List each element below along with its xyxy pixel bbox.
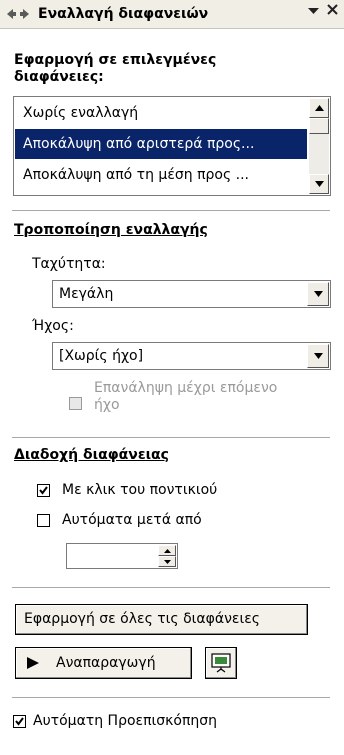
sound-dropdown-button[interactable] (307, 344, 329, 368)
sound-label: Ήχος: (32, 318, 74, 334)
auto-advance-time-spinner[interactable] (66, 543, 178, 569)
play-button[interactable]: Αναπαραγωγή (15, 647, 192, 679)
slide-show-button[interactable] (205, 647, 237, 679)
listbox-scrollbar[interactable] (309, 98, 329, 194)
chevron-down-icon (313, 353, 323, 359)
loop-sound-checkbox[interactable] (69, 397, 82, 410)
pane-titlebar: Εναλλαγή διαφανειών (0, 0, 344, 29)
scroll-thumb[interactable] (309, 118, 329, 134)
forward-arrow-icon[interactable] (18, 4, 32, 24)
triangle-down-icon (314, 181, 324, 187)
loop-sound-label-line2: ήχο (94, 397, 120, 413)
modify-heading: Τροποποίηση εναλλαγής (14, 222, 208, 238)
spin-down-button[interactable] (158, 556, 176, 567)
triangle-up-icon (314, 105, 324, 111)
chevron-down-icon (313, 291, 323, 297)
list-item[interactable]: Χωρίς εναλλαγή (15, 98, 307, 128)
section-divider (12, 437, 330, 438)
advance-heading: Διαδοχή διαφάνειας (14, 447, 169, 463)
triangle-up-icon (163, 548, 171, 553)
triangle-down-icon (163, 559, 171, 564)
autopreview-label: Αυτόματη Προεπισκόπηση (33, 713, 218, 729)
checkmark-icon (15, 717, 24, 726)
slide-show-icon (211, 653, 231, 673)
close-icon[interactable] (327, 4, 338, 19)
play-label: Αναπαραγωγή (56, 655, 156, 671)
speed-value: Μεγάλη (59, 286, 114, 302)
spin-up-button[interactable] (158, 545, 176, 556)
speed-select[interactable]: Μεγάλη (52, 280, 331, 308)
on-click-checkbox[interactable] (37, 484, 50, 497)
apply-heading-line2: διαφάνειες: (14, 69, 104, 85)
transition-listbox[interactable]: Χωρίς εναλλαγή Αποκάλυψη από αριστερά πρ… (13, 96, 331, 196)
loop-sound-label-line1: Επανάληψη μέχρι επόμενο (94, 380, 278, 396)
apply-heading: Εφαρμογή σε επιλεγμένες διαφάνειες: (14, 52, 216, 86)
speed-dropdown-button[interactable] (307, 282, 329, 306)
back-arrow-icon[interactable] (4, 4, 18, 24)
speed-label: Ταχύτητα: (32, 256, 106, 272)
scroll-down-button[interactable] (309, 174, 329, 194)
sound-value: [Χωρίς ήχο] (59, 348, 144, 364)
section-divider (12, 697, 330, 698)
on-click-label: Με κλικ του ποντικιού (62, 482, 218, 498)
pane-title: Εναλλαγή διαφανειών (38, 6, 209, 22)
apply-to-all-button[interactable]: Εφαρμογή σε όλες τις διαφάνειες (15, 604, 308, 635)
loop-sound-label: Επανάληψη μέχρι επόμενο ήχο (94, 380, 277, 414)
list-item-selected[interactable]: Αποκάλυψη από αριστερά προς... (15, 129, 307, 159)
scroll-up-button[interactable] (309, 98, 329, 118)
slide-transition-pane: Εναλλαγή διαφανειών Εφαρμογή σε επιλεγμέ… (0, 0, 344, 755)
apply-heading-line1: Εφαρμογή σε επιλεγμένες (14, 52, 217, 68)
section-divider (12, 587, 330, 588)
play-triangle-icon (27, 657, 39, 669)
dropdown-triangle-icon[interactable] (308, 4, 319, 19)
autopreview-checkbox[interactable] (13, 715, 26, 728)
auto-advance-label: Αυτόματα μετά από (62, 512, 202, 528)
list-item[interactable]: Αποκάλυψη από τη μέση προς ... (15, 160, 307, 190)
checkmark-icon (39, 486, 48, 495)
auto-advance-checkbox[interactable] (37, 514, 50, 527)
section-divider (12, 210, 330, 211)
sound-select[interactable]: [Χωρίς ήχο] (52, 342, 331, 370)
